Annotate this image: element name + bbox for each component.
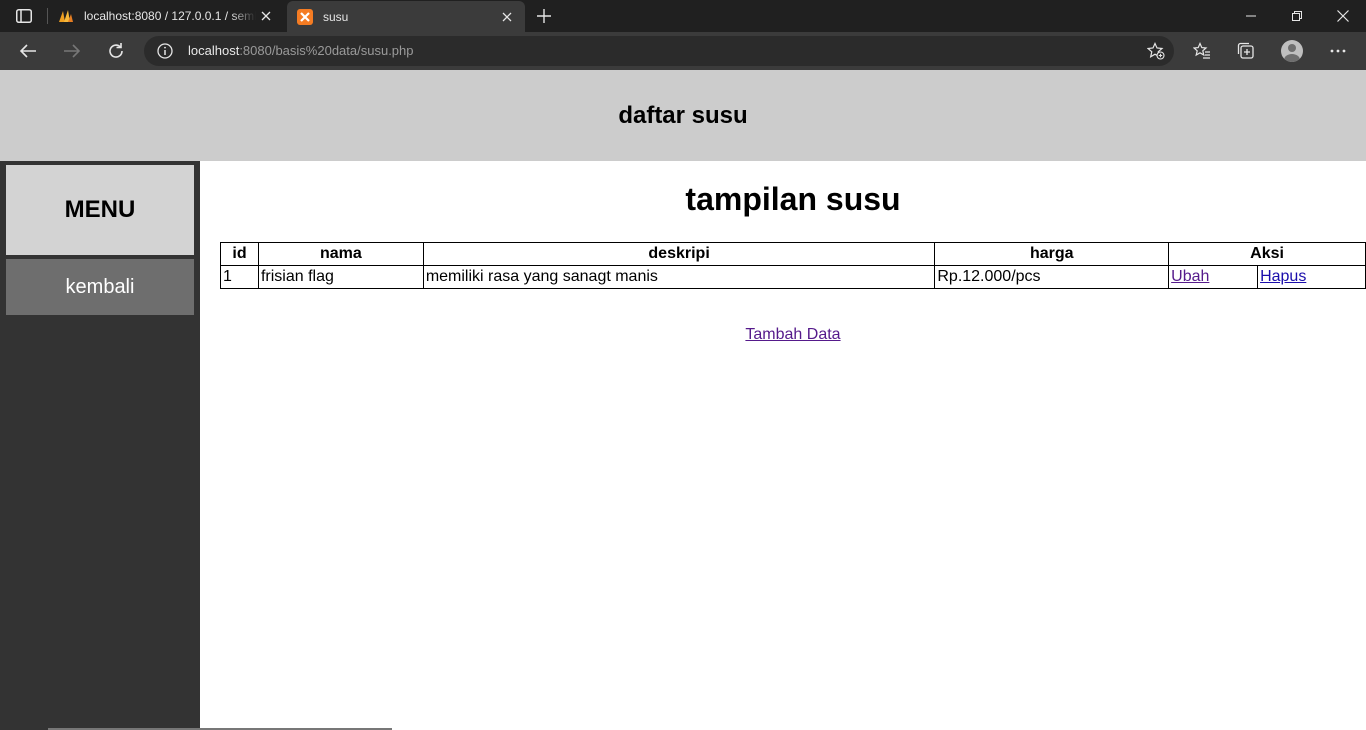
- back-link-button[interactable]: kembali: [6, 259, 194, 315]
- column-header-aksi: Aksi: [1168, 242, 1366, 266]
- cell-ubah: Ubah: [1168, 265, 1259, 289]
- tab-title: susu: [323, 9, 349, 24]
- page-viewport: daftar susu MENU kembali tampilan susu i…: [0, 70, 1366, 730]
- favorites-icon[interactable]: [1187, 36, 1217, 66]
- close-icon[interactable]: [256, 6, 276, 26]
- back-arrow-icon[interactable]: [13, 36, 43, 66]
- browser-tab-phpmyadmin[interactable]: localhost:8080 / 127.0.0.1 / sembako: [48, 0, 284, 32]
- close-icon[interactable]: [497, 7, 517, 27]
- collections-icon[interactable]: [1231, 36, 1261, 66]
- column-header-nama: nama: [257, 242, 424, 266]
- site-info-icon[interactable]: [156, 42, 174, 60]
- cell-deskripsi: memiliki rasa yang sanagt manis: [422, 265, 936, 289]
- header-title: daftar susu: [618, 101, 748, 129]
- sidebar: MENU kembali: [0, 161, 200, 730]
- minimize-icon[interactable]: [1228, 0, 1274, 32]
- add-data-container: Tambah Data: [200, 326, 1366, 344]
- susu-table: id nama deskripi harga Aksi 1 frisian fl…: [220, 242, 1366, 289]
- more-options-icon[interactable]: [1323, 36, 1353, 66]
- restore-icon[interactable]: [1274, 0, 1320, 32]
- column-header-id: id: [220, 242, 259, 266]
- close-window-icon[interactable]: [1320, 0, 1366, 32]
- menu-heading: MENU: [6, 165, 194, 255]
- column-header-deskripsi: deskripi: [422, 242, 936, 266]
- url-host: localhost: [188, 43, 240, 58]
- tab-title: localhost:8080 / 127.0.0.1 / sembako: [84, 9, 256, 23]
- phpmyadmin-icon: [58, 8, 74, 24]
- cell-id: 1: [220, 265, 259, 289]
- main-content: tampilan susu id nama deskripi harga Aks…: [200, 161, 1366, 730]
- column-header-harga: harga: [934, 242, 1170, 266]
- address-bar[interactable]: localhost:8080/basis%20data/susu.php: [144, 36, 1174, 66]
- url-path: :8080/basis%20data/susu.php: [239, 43, 414, 58]
- cell-hapus: Hapus: [1257, 265, 1366, 289]
- table-row: 1 frisian flag memiliki rasa yang sanagt…: [220, 265, 1366, 289]
- url-text[interactable]: localhost:8080/basis%20data/susu.php: [188, 43, 414, 58]
- browser-tab-susu[interactable]: susu: [287, 1, 525, 32]
- ubah-link[interactable]: Ubah: [1171, 268, 1209, 285]
- cell-harga: Rp.12.000/pcs: [934, 265, 1170, 289]
- site-header: daftar susu: [0, 70, 1366, 161]
- avatar: [1281, 40, 1303, 62]
- add-favorite-icon[interactable]: [1146, 41, 1166, 61]
- page-title: tampilan susu: [685, 181, 901, 217]
- browser-toolbar: localhost:8080/basis%20data/susu.php: [0, 32, 1366, 70]
- tambah-data-link[interactable]: Tambah Data: [745, 326, 840, 343]
- tab-actions-icon[interactable]: [10, 7, 38, 25]
- browser-tab-bar: localhost:8080 / 127.0.0.1 / sembako sus…: [0, 0, 1366, 32]
- new-tab-icon[interactable]: [533, 5, 555, 27]
- forward-arrow-icon[interactable]: [57, 36, 87, 66]
- xampp-icon: [297, 8, 313, 25]
- cell-nama: frisian flag: [257, 265, 424, 289]
- hapus-link[interactable]: Hapus: [1260, 268, 1306, 285]
- table-header-row: id nama deskripi harga Aksi: [220, 242, 1366, 266]
- refresh-icon[interactable]: [101, 36, 131, 66]
- profile-avatar[interactable]: [1277, 36, 1307, 66]
